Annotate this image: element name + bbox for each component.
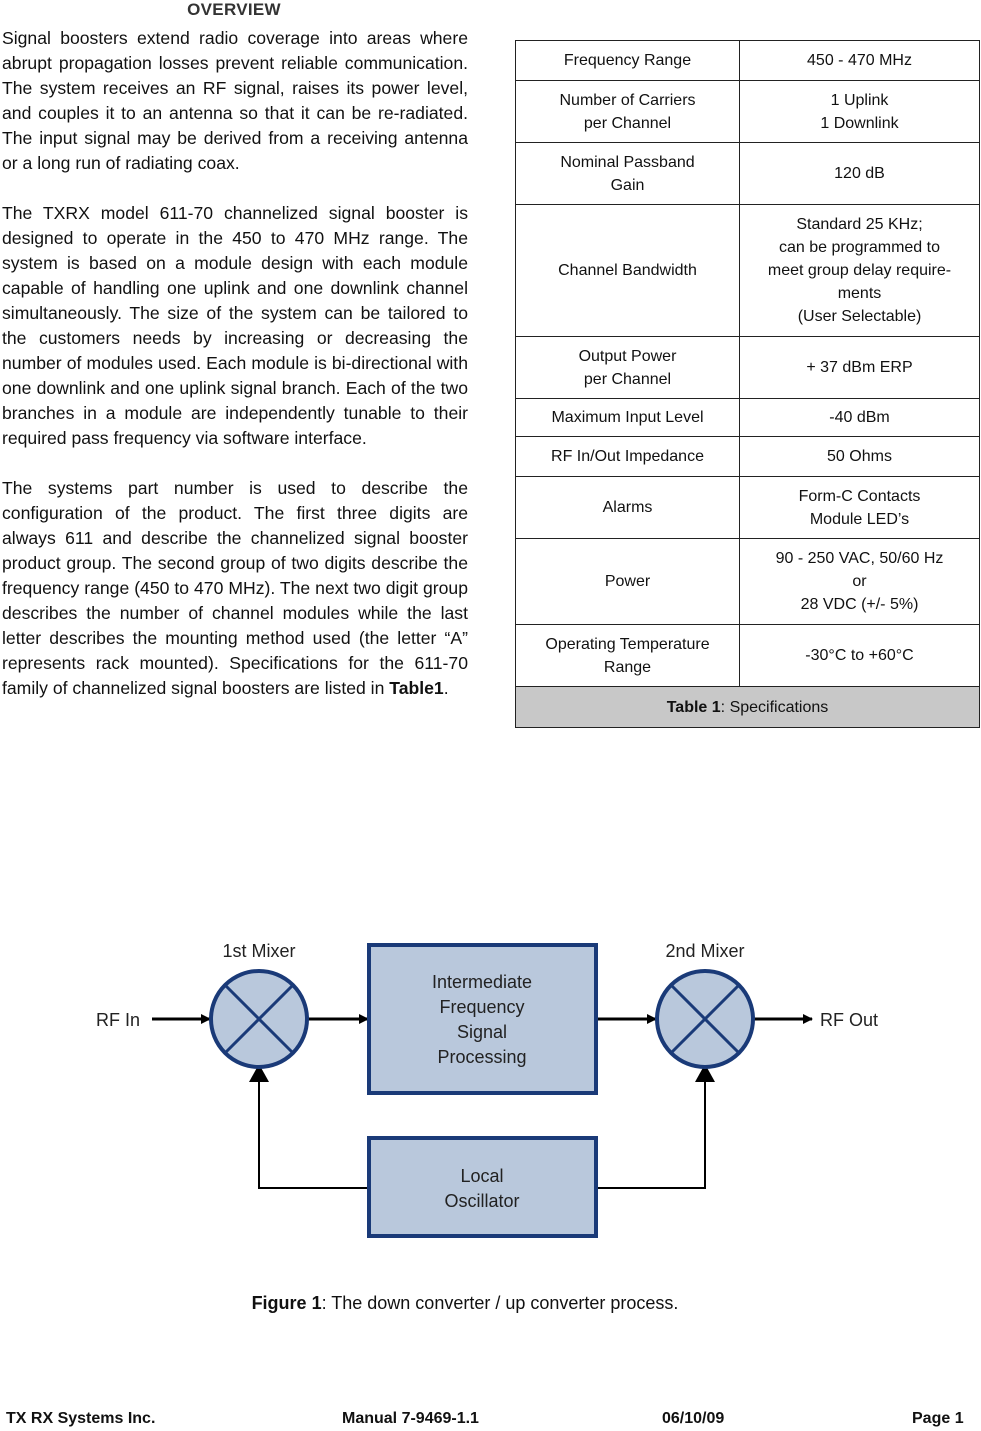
spec-row: Channel Bandwidth Standard 25 KHz; can be … bbox=[515, 204, 980, 337]
rf-in-label: RF In bbox=[96, 1010, 140, 1030]
spec-value: Standard 25 KHz; can be programmed to meet… bbox=[739, 204, 980, 337]
table-caption-row: Table 1: Specifications bbox=[515, 686, 980, 728]
specifications-table: Frequency Range 450 - 470 MHz Number of Ca… bbox=[515, 40, 980, 728]
spec-row: Alarms Form-C Contacts Module LED’s bbox=[515, 476, 980, 539]
diagram-label-line: Processing bbox=[437, 1047, 526, 1067]
paragraph-2: The TXRX model 611-70 channelized signal… bbox=[2, 203, 468, 448]
diagram-label-line: Frequency bbox=[439, 997, 524, 1017]
footer-page: Page 1 bbox=[912, 1410, 964, 1427]
spec-value: + 37 dBm ERP bbox=[739, 336, 980, 399]
spec-value: -40 dBm bbox=[739, 398, 980, 437]
spec-label: Number of Carriers per Channel bbox=[515, 80, 740, 143]
spec-label: Output Power per Channel bbox=[515, 336, 740, 399]
spec-value: 90 - 250 VAC, 50/60 Hz or 28 VDC (+/- 5%) bbox=[739, 538, 980, 625]
overview-text: Signal boosters extend radio coverage in… bbox=[2, 26, 468, 726]
spec-label: Power bbox=[515, 538, 740, 625]
spec-label: Channel Bandwidth bbox=[515, 204, 740, 337]
lo-to-mixer2-line bbox=[597, 1068, 706, 1189]
diagram-label-line: Local bbox=[460, 1166, 503, 1186]
mixer-2 bbox=[655, 969, 755, 1069]
spec-value: Form-C Contacts Module LED’s bbox=[739, 476, 980, 539]
spec-row: Number of Carriers per Channel 1 Uplink 1 D… bbox=[515, 80, 980, 143]
table-caption: Table 1: Specifications bbox=[515, 686, 980, 728]
diagram-label-line: Oscillator bbox=[444, 1191, 519, 1211]
spec-row: Frequency Range 450 - 470 MHz bbox=[515, 40, 980, 81]
diagram-label-line: Intermediate bbox=[432, 972, 532, 992]
spec-label: Operating Temperature Range bbox=[515, 624, 740, 687]
lo-to-mixer1-line bbox=[258, 1068, 368, 1189]
table-reference: Table1 bbox=[389, 678, 444, 698]
section-heading: OVERVIEW bbox=[187, 0, 281, 19]
footer-date: 06/10/09 bbox=[662, 1410, 725, 1427]
spec-label: Frequency Range bbox=[515, 40, 740, 81]
footer-manual: Manual 7-9469-1.1 bbox=[342, 1410, 479, 1427]
mixer-1-label: 1st Mixer bbox=[222, 941, 295, 961]
footer-company: TX RX Systems Inc. bbox=[6, 1410, 156, 1427]
mixer-1 bbox=[209, 969, 309, 1069]
spec-value: -30°C to +60°C bbox=[739, 624, 980, 687]
if-processing-block bbox=[367, 943, 598, 1095]
spec-label: Alarms bbox=[515, 476, 740, 539]
spec-value: 50 Ohms bbox=[739, 436, 980, 477]
paragraph-1: Signal boosters extend radio coverage in… bbox=[2, 28, 468, 173]
spec-label: Maximum Input Level bbox=[515, 398, 740, 437]
mixer-2-label: 2nd Mixer bbox=[665, 941, 744, 961]
spec-value: 450 - 470 MHz bbox=[739, 40, 980, 81]
spec-row: Output Power per Channel + 37 dBm ERP bbox=[515, 336, 980, 399]
spec-row: Nominal Passband Gain 120 dB bbox=[515, 142, 980, 205]
spec-label: RF In/Out Impedance bbox=[515, 436, 740, 477]
spec-row: RF In/Out Impedance 50 Ohms bbox=[515, 436, 980, 477]
spec-row: Power 90 - 250 VAC, 50/60 Hz or 28 VDC (+/-… bbox=[515, 538, 980, 625]
diagram-label-line: Signal bbox=[457, 1022, 507, 1042]
spec-row: Maximum Input Level -40 dBm bbox=[515, 398, 980, 437]
block-diagram: RF In RF Out 1st Mixer 2nd Mixer Interme… bbox=[96, 941, 878, 1238]
spec-value: 1 Uplink 1 Downlink bbox=[739, 80, 980, 143]
local-oscillator-block bbox=[367, 1136, 598, 1238]
paragraph-3: The systems part number is used to descr… bbox=[2, 478, 468, 698]
spec-row: Operating Temperature Range -30°C to +60°C bbox=[515, 624, 980, 687]
rf-out-label: RF Out bbox=[820, 1010, 878, 1030]
spec-label: Nominal Passband Gain bbox=[515, 142, 740, 205]
figure-caption: Figure 1: The down converter / up conver… bbox=[251, 1293, 679, 1313]
spec-value: 120 dB bbox=[739, 142, 980, 205]
